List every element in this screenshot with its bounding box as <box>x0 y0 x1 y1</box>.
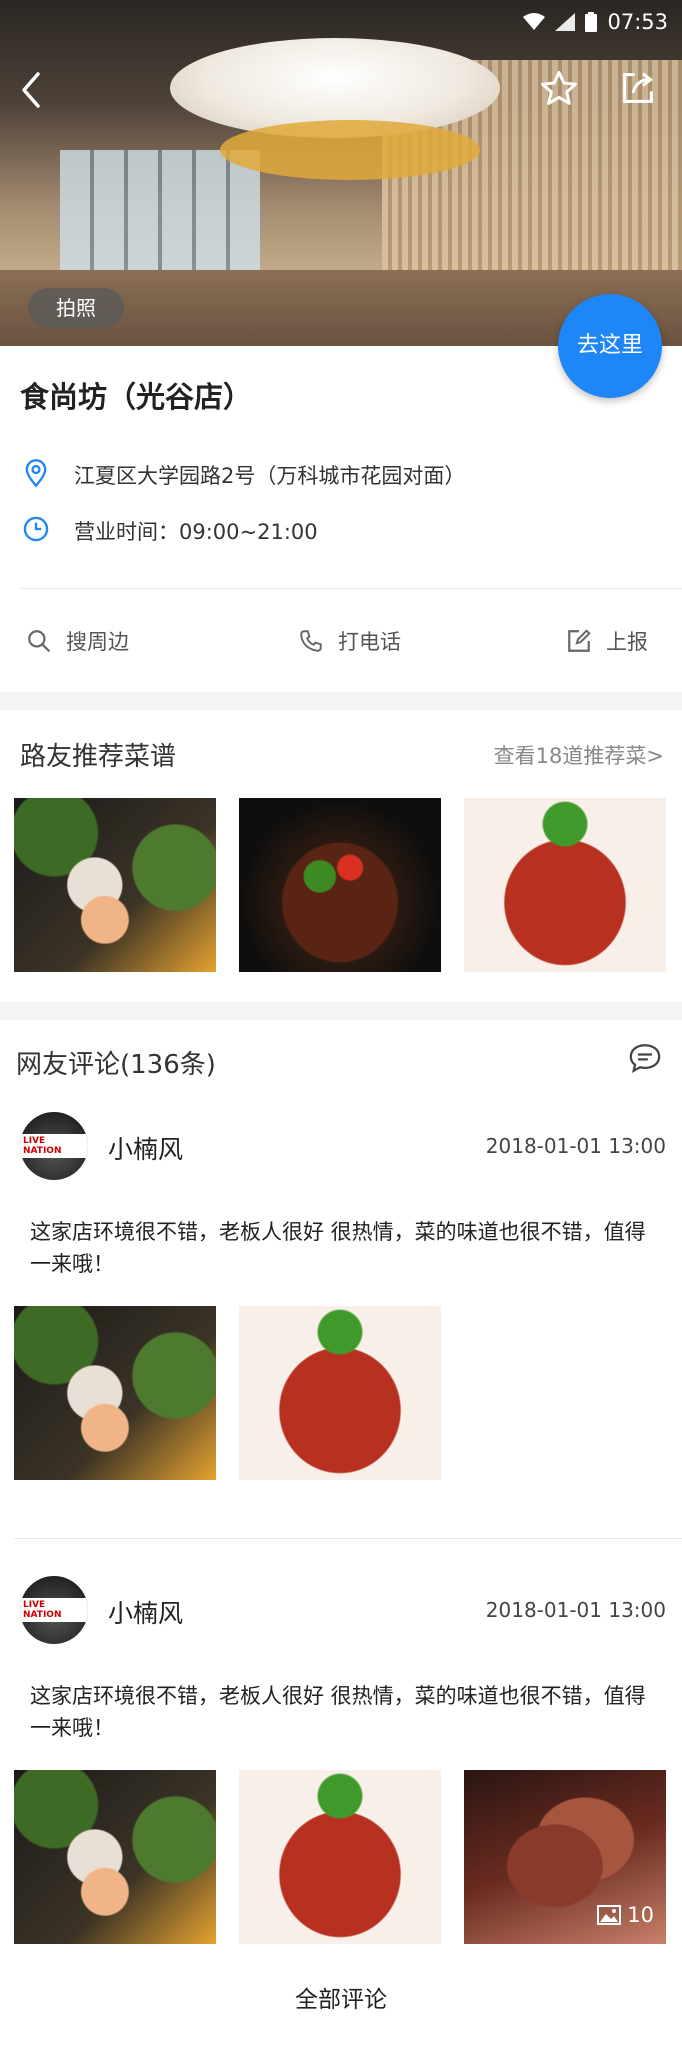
recommend-dish-image[interactable] <box>239 798 441 972</box>
comment-photo[interactable] <box>239 1306 441 1480</box>
star-icon <box>541 70 577 105</box>
comment-date: 2018-01-01 13:00 <box>485 1134 666 1158</box>
section-separator <box>0 1002 682 1020</box>
comments-title: 网友评论(136条) <box>16 1050 216 1080</box>
avatar-logo-text: LIVE NATION <box>20 1598 88 1622</box>
favorite-button[interactable] <box>538 68 580 110</box>
search-nearby-button[interactable]: 搜周边 <box>26 626 129 656</box>
comment-photo[interactable] <box>14 1306 216 1480</box>
back-arrow-icon <box>22 72 40 108</box>
photo-tag[interactable]: 拍照 <box>28 288 124 328</box>
shop-hours: 营业时间：09:00~21:00 <box>74 520 318 544</box>
comment-photo[interactable] <box>14 1770 216 1944</box>
recommend-dish-image[interactable] <box>464 798 666 972</box>
edit-icon <box>568 629 591 652</box>
wifi-icon <box>523 13 546 30</box>
status-bar: 07:53 <box>523 10 668 34</box>
call-label: 打电话 <box>338 630 401 654</box>
divider <box>20 588 682 589</box>
signal-icon <box>555 13 576 31</box>
recommend-title: 路友推荐菜谱 <box>20 742 177 772</box>
share-icon <box>623 72 653 103</box>
share-button[interactable] <box>618 68 658 108</box>
photo-count: 10 <box>627 1903 654 1927</box>
divider <box>14 1538 682 1539</box>
photo-count-badge: 10 <box>597 1903 654 1927</box>
comment-photo[interactable] <box>239 1770 441 1944</box>
goto-button[interactable]: 去这里 <box>558 294 662 398</box>
shop-name: 食尚坊（光谷店） <box>20 380 253 414</box>
avatar[interactable]: LIVE NATION <box>20 1112 88 1180</box>
search-icon <box>28 630 50 652</box>
recommend-dish-image[interactable] <box>14 798 216 972</box>
recommend-more-link[interactable]: 查看18道推荐菜> <box>494 740 664 770</box>
back-button[interactable] <box>16 70 46 110</box>
comment-username[interactable]: 小楠风 <box>108 1130 183 1166</box>
avatar-logo-text: LIVE NATION <box>20 1134 88 1158</box>
all-comments-button[interactable]: 全部评论 <box>0 1980 682 2014</box>
comment-icon <box>629 1044 661 1073</box>
comment-text: 这家店环境很不错，老板人很好 很热情，菜的味道也很不错，值得一来哦！ <box>30 1684 646 1740</box>
shop-address: 江夏区大学园路2号（万科城市花园对面） <box>74 464 466 488</box>
section-separator <box>0 692 682 710</box>
report-button[interactable]: 上报 <box>566 626 648 656</box>
location-icon <box>22 458 50 488</box>
clock-icon <box>22 515 50 543</box>
search-nearby-label: 搜周边 <box>66 630 129 654</box>
call-button[interactable]: 打电话 <box>298 626 401 656</box>
write-comment-button[interactable] <box>628 1042 662 1074</box>
status-time: 07:53 <box>607 10 668 34</box>
comment-date: 2018-01-01 13:00 <box>485 1598 666 1622</box>
phone-icon <box>300 630 322 652</box>
image-icon <box>597 1905 622 1925</box>
avatar[interactable]: LIVE NATION <box>20 1576 88 1644</box>
battery-icon <box>585 12 598 32</box>
comment-text: 这家店环境很不错，老板人很好 很热情，菜的味道也很不错，值得一来哦！ <box>30 1220 646 1276</box>
report-label: 上报 <box>606 630 648 654</box>
comment-username[interactable]: 小楠风 <box>108 1594 183 1630</box>
